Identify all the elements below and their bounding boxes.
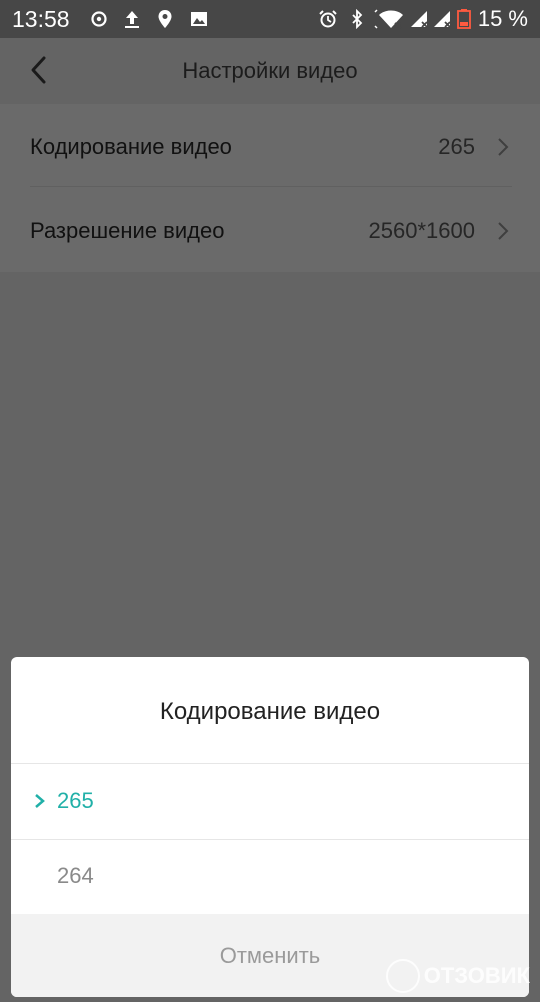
- setting-label: Разрешение видео: [30, 218, 225, 243]
- watermark-icon: [385, 959, 420, 993]
- status-time: 13:58: [12, 6, 70, 32]
- setting-row-video-resolution[interactable]: Разрешение видео 2560*1600: [0, 188, 540, 272]
- list-divider: [30, 186, 512, 187]
- selected-chevron-icon: [35, 794, 45, 808]
- setting-row-video-encoding[interactable]: Кодирование видео 265: [0, 104, 540, 188]
- option-264[interactable]: 264: [11, 839, 529, 915]
- chevron-right-icon: [498, 222, 509, 240]
- watermark-text: ОТЗОВИК: [423, 963, 530, 988]
- alarm-icon: [319, 10, 337, 28]
- location-pin-icon: [158, 10, 172, 28]
- image-icon: [191, 12, 207, 26]
- settings-gear-icon: [91, 11, 107, 27]
- battery-percentage: 15 %: [477, 6, 528, 31]
- wifi-icon: [374, 9, 403, 29]
- setting-value: 265: [438, 134, 475, 159]
- option-label: 265: [57, 788, 94, 813]
- settings-list: Кодирование видео 265 Разрешение видео 2…: [0, 104, 540, 272]
- option-265[interactable]: 265: [11, 764, 529, 840]
- encoding-dialog: Кодирование видео 265 264 Отменить: [11, 657, 529, 997]
- bluetooth-icon: [352, 9, 363, 29]
- signal-icon: [411, 11, 428, 28]
- signal-icon: [434, 11, 451, 28]
- app-header: Настройки видео: [0, 38, 540, 105]
- setting-value: 2560*1600: [368, 218, 475, 243]
- battery-low-icon: [457, 9, 471, 29]
- watermark-logo: ОТЗОВИК: [385, 958, 530, 994]
- option-label: 264: [57, 863, 94, 888]
- status-bar: 13:58 15 %: [0, 0, 540, 38]
- chevron-right-icon: [498, 138, 509, 156]
- upload-icon: [125, 11, 139, 28]
- setting-label: Кодирование видео: [30, 134, 232, 159]
- dialog-title: Кодирование видео: [11, 657, 529, 764]
- page-title: Настройки видео: [182, 58, 358, 83]
